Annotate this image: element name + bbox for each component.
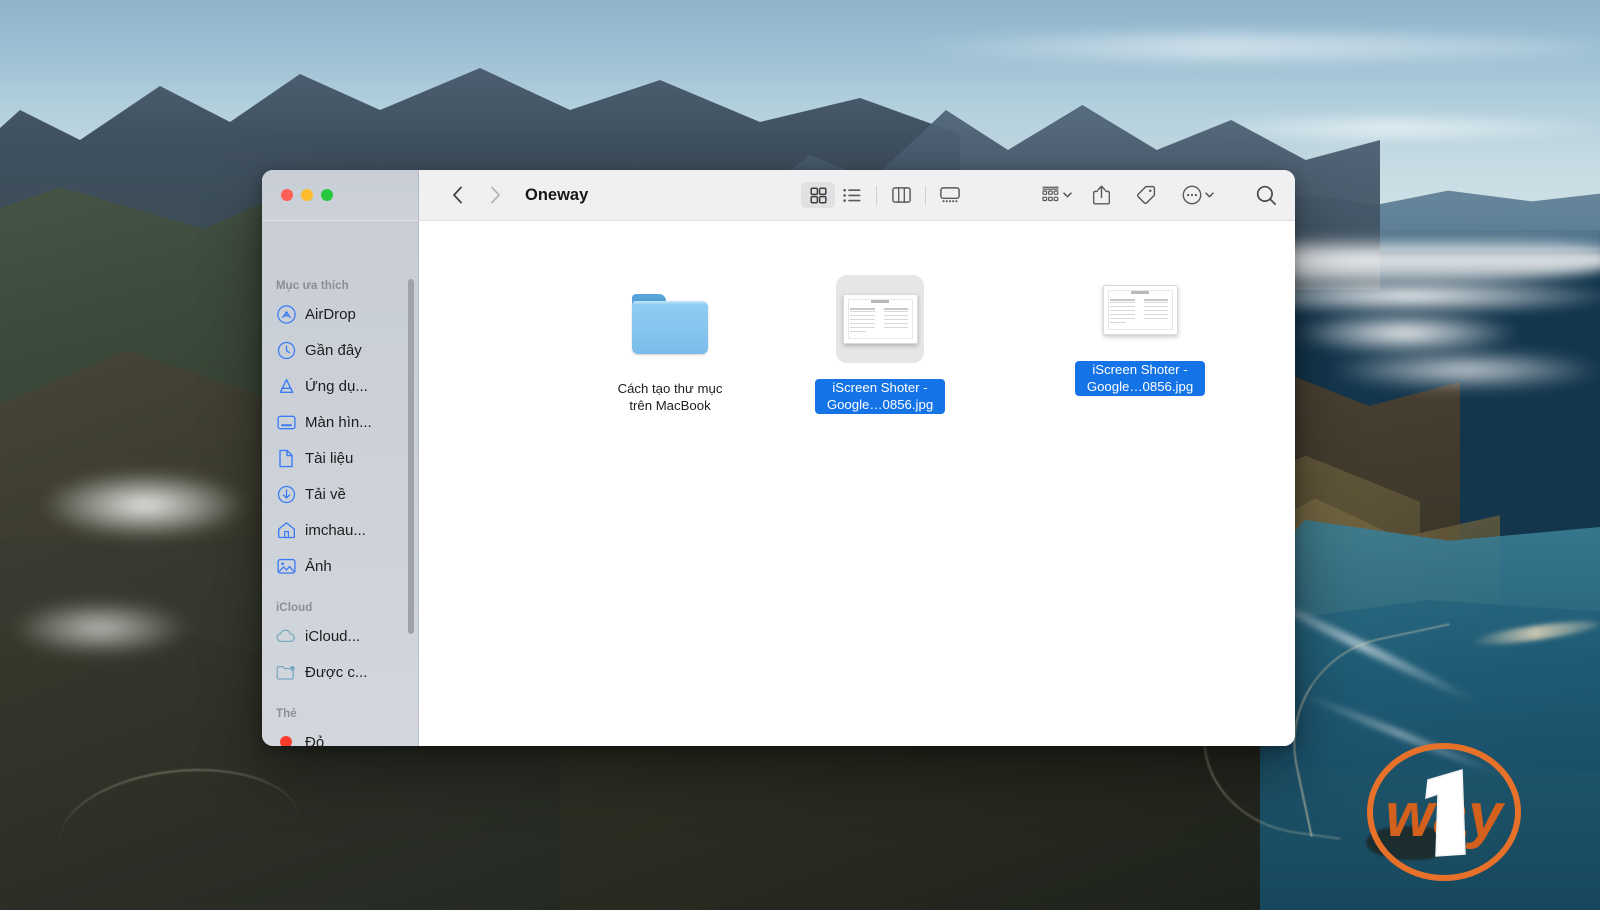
back-chevron-icon xyxy=(452,186,462,204)
column-view-icon xyxy=(891,187,911,203)
sidebar-section-header: iCloud xyxy=(276,602,313,614)
image-thumbnail xyxy=(842,294,918,344)
close-button[interactable] xyxy=(281,189,293,201)
tag-icon xyxy=(1136,185,1156,205)
folder-icon xyxy=(632,294,708,354)
file-thumbnail xyxy=(632,276,708,372)
sidebar-section-favourites: Mục ưa thích AirDrop Gần đây Ứng dụ... M… xyxy=(262,221,419,584)
file-thumbnail xyxy=(1102,267,1178,353)
document-icon xyxy=(276,448,296,468)
photos-icon xyxy=(276,556,296,576)
file-grid[interactable]: Cách tạo thư mục trên MacBook iScreen Sh… xyxy=(419,221,1295,746)
chevron-down-icon xyxy=(1205,192,1214,198)
finder-body: Mục ưa thích AirDrop Gần đây Ứng dụ... M… xyxy=(262,221,1295,746)
toolbar-actions xyxy=(1033,182,1281,208)
sidebar-item-recents[interactable]: Gần đây xyxy=(262,332,419,368)
file-item-image-1[interactable]: iScreen Shoter - Google…0856.jpg xyxy=(805,267,955,414)
clock-icon xyxy=(276,340,296,360)
titlebar-right: Oneway xyxy=(419,170,1295,220)
sidebar-item-shared[interactable]: Được c... xyxy=(262,654,419,690)
sidebar-item-label: Được c... xyxy=(305,663,368,681)
search-icon xyxy=(1256,185,1277,205)
chevron-down-icon xyxy=(1063,192,1072,198)
sidebar-section-header: Mục ưa thích xyxy=(276,280,349,292)
appstore-icon xyxy=(276,376,296,396)
desktop-icon xyxy=(276,412,296,432)
minimize-button[interactable] xyxy=(301,189,313,201)
back-button[interactable] xyxy=(444,182,470,208)
download-icon xyxy=(276,484,296,504)
file-thumbnail xyxy=(836,267,924,371)
file-item-folder[interactable]: Cách tạo thư mục trên MacBook xyxy=(595,276,745,415)
wallpaper-fog-4 xyxy=(1330,350,1600,390)
view-mode-gallery-button[interactable] xyxy=(933,182,967,208)
file-name-label: iScreen Shoter - Google…0856.jpg xyxy=(815,379,945,414)
finder-toolbar: Oneway xyxy=(262,170,1295,221)
sidebar-item-tag-red[interactable]: Đỏ xyxy=(262,724,419,746)
titlebar-left xyxy=(262,170,419,220)
sidebar-item-label: Tải về xyxy=(305,485,346,503)
group-by-button[interactable] xyxy=(1033,182,1080,208)
sidebar-item-label: Gần đây xyxy=(305,341,362,359)
window-title: Oneway xyxy=(525,185,589,204)
desktop: Oneway Mục ưa thích AirDrop Gần đây Ứng … xyxy=(0,0,1600,910)
sidebar-item-label: iCloud... xyxy=(305,627,361,645)
view-mode-separator-2 xyxy=(925,185,927,205)
sidebar-section-icloud: iCloud iCloud... Được c... xyxy=(262,584,419,690)
share-button[interactable] xyxy=(1080,182,1123,208)
image-thumbnail xyxy=(1102,285,1178,335)
tags-button[interactable] xyxy=(1123,182,1169,208)
gallery-view-icon xyxy=(940,187,961,203)
file-name-label: iScreen Shoter - Google…0856.jpg xyxy=(1075,361,1205,396)
sidebar-section-tags: Thẻ Đỏ Cam xyxy=(262,690,419,746)
view-mode-column-button[interactable] xyxy=(884,182,918,208)
view-mode-separator-1 xyxy=(876,185,878,205)
view-mode-list-button[interactable] xyxy=(835,182,869,208)
share-icon xyxy=(1093,185,1110,205)
sidebar-item-icloud-drive[interactable]: iCloud... xyxy=(262,618,419,654)
sidebar-item-label: Đỏ xyxy=(305,733,325,747)
wallpaper-cloud-streak xyxy=(900,34,1600,60)
maximize-button[interactable] xyxy=(321,189,333,201)
navigation-buttons xyxy=(444,182,508,208)
wallpaper-fog-2 xyxy=(10,600,190,656)
home-icon xyxy=(276,520,296,540)
list-view-icon xyxy=(843,188,861,202)
sidebar-item-documents[interactable]: Tài liệu xyxy=(262,440,419,476)
more-ellipsis-icon xyxy=(1182,185,1202,205)
shared-folder-icon xyxy=(276,662,296,682)
sidebar-item-pictures[interactable]: Ảnh xyxy=(262,548,419,584)
sidebar-scroll-area: Mục ưa thích AirDrop Gần đây Ứng dụ... M… xyxy=(262,221,419,746)
file-item-image-2[interactable]: iScreen Shoter - Google…0856.jpg xyxy=(1065,267,1215,396)
sidebar-item-applications[interactable]: Ứng dụ... xyxy=(262,368,419,404)
sidebar-item-label: Ảnh xyxy=(305,557,332,575)
finder-sidebar[interactable]: Mục ưa thích AirDrop Gần đây Ứng dụ... M… xyxy=(262,221,419,746)
wallpaper-fog-1 xyxy=(40,470,250,540)
view-mode-icon-button[interactable] xyxy=(801,182,836,208)
sidebar-item-label: AirDrop xyxy=(305,305,356,323)
wallpaper-sea-rock xyxy=(1366,826,1452,860)
sidebar-scrollbar[interactable] xyxy=(408,279,414,634)
file-name-label: Cách tạo thư mục trên MacBook xyxy=(617,381,723,413)
sidebar-item-label: imchau... xyxy=(305,521,366,539)
sidebar-item-label: Tài liệu xyxy=(305,449,354,467)
more-actions-button[interactable] xyxy=(1169,182,1222,208)
view-mode-group xyxy=(801,182,967,208)
sidebar-item-airdrop[interactable]: AirDrop xyxy=(262,296,419,332)
forward-button[interactable] xyxy=(482,182,508,208)
tag-dot-red-icon xyxy=(276,732,296,746)
search-button[interactable] xyxy=(1222,182,1281,208)
forward-chevron-icon xyxy=(490,186,500,204)
group-by-icon xyxy=(1042,186,1059,202)
grid-view-icon xyxy=(810,186,827,204)
sidebar-item-downloads[interactable]: Tải về xyxy=(262,476,419,512)
sidebar-section-header: Thẻ xyxy=(276,708,297,720)
icloud-icon xyxy=(276,626,296,646)
sidebar-item-home[interactable]: imchau... xyxy=(262,512,419,548)
sidebar-item-label: Ứng dụ... xyxy=(305,377,368,395)
finder-window: Oneway Mục ưa thích AirDrop Gần đây Ứng … xyxy=(262,170,1295,746)
sidebar-item-desktop[interactable]: Màn hìn... xyxy=(262,404,419,440)
airdrop-icon xyxy=(276,304,296,324)
sidebar-item-label: Màn hìn... xyxy=(305,413,372,431)
